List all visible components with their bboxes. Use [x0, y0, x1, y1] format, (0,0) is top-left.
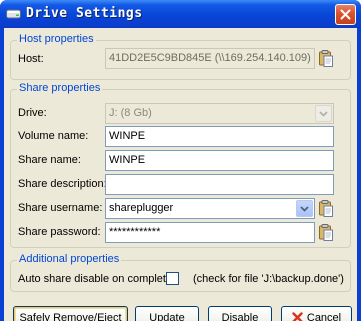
share-password-input[interactable]: ************ [105, 222, 315, 243]
dialog-body: Host properties Host: 41DD2E5C9BD845E (\… [4, 28, 357, 321]
update-button[interactable]: Update [135, 306, 199, 321]
paste-icon[interactable] [319, 224, 333, 241]
window-title: Drive Settings [26, 6, 143, 21]
drive-label: Drive: [18, 107, 47, 119]
host-value: 41DD2E5C9BD845E (\\169.254.140.109) [109, 52, 311, 64]
share-name-value: WINPE [109, 154, 146, 166]
share-username-label: Share username: [18, 202, 103, 214]
drive-icon [6, 9, 21, 19]
share-name-label: Share name: [18, 154, 81, 166]
chevron-down-icon [319, 110, 328, 117]
share-password-value: ************ [109, 226, 161, 238]
safely-remove-eject-button[interactable]: Safely Remove/Eject [13, 306, 128, 321]
additional-properties-label: Additional properties [17, 253, 122, 265]
disable-button[interactable]: Disable [208, 306, 272, 321]
volume-name-input[interactable]: WINPE [105, 126, 334, 147]
cancel-label: Cancel [306, 311, 342, 321]
share-username-dropdown-button[interactable] [296, 200, 313, 217]
close-button[interactable] [335, 4, 356, 25]
update-label: Update [149, 311, 185, 321]
close-icon [340, 9, 351, 20]
host-label: Host: [18, 53, 44, 65]
drive-dropdown-button[interactable] [315, 105, 332, 122]
share-username-value: shareplugger [109, 202, 174, 214]
drive-value: J: (8 Gb) [109, 107, 152, 119]
title-bar[interactable]: Drive Settings [0, 0, 361, 28]
check-file-hint: (check for file 'J:\backup.done') [193, 273, 344, 285]
volume-name-value: WINPE [109, 130, 146, 142]
auto-disable-checkbox[interactable] [166, 272, 179, 285]
volume-name-label: Volume name: [18, 130, 89, 142]
share-username-combobox[interactable]: shareplugger [105, 198, 315, 219]
host-properties-label: Host properties [17, 33, 96, 45]
share-name-input[interactable]: WINPE [105, 150, 334, 171]
cancel-button[interactable]: Cancel [281, 306, 352, 321]
share-password-label: Share password: [18, 226, 101, 238]
cancel-icon [292, 312, 303, 321]
share-description-input[interactable] [105, 174, 334, 195]
share-description-label: Share description: [18, 178, 107, 190]
safely-remove-eject-label: Safely Remove/Eject [19, 311, 122, 321]
drive-select[interactable]: J: (8 Gb) [105, 103, 334, 124]
chevron-down-icon [300, 205, 309, 212]
disable-label: Disable [221, 311, 259, 321]
host-field: 41DD2E5C9BD845E (\\169.254.140.109) [105, 48, 315, 69]
drive-settings-window: Drive Settings Host properties Host: 41D… [0, 0, 361, 321]
paste-icon[interactable] [319, 200, 333, 217]
auto-disable-label: Auto share disable on complete [18, 273, 173, 285]
paste-icon[interactable] [319, 50, 333, 67]
share-properties-label: Share properties [17, 82, 103, 94]
